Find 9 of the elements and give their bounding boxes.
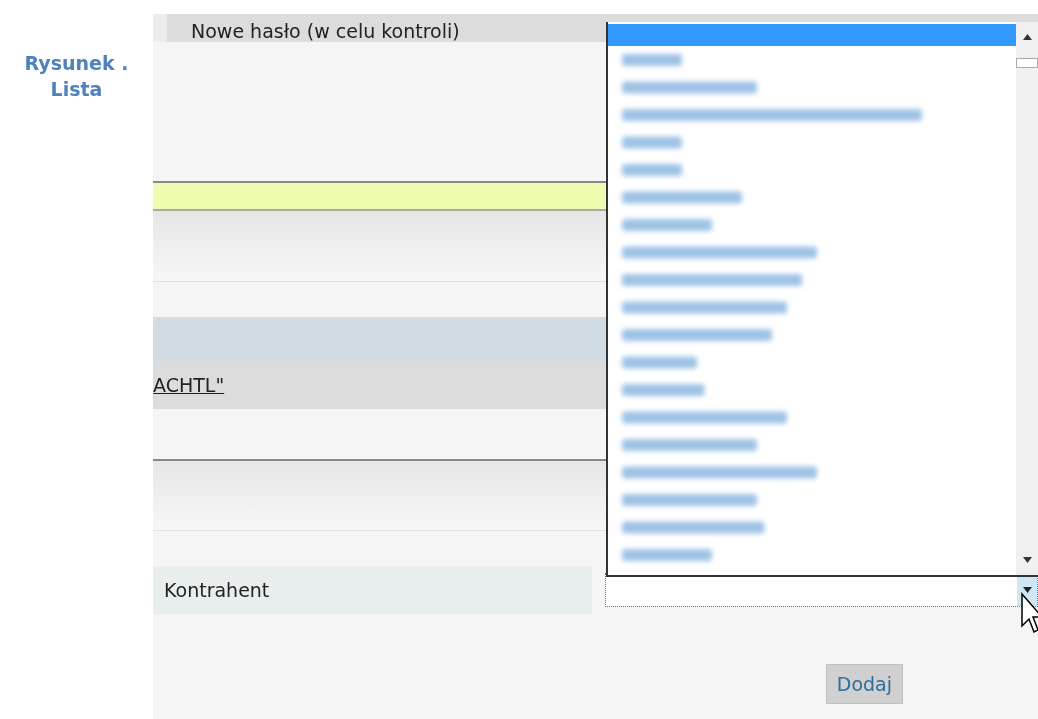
document-link[interactable]: ACHTL" <box>153 370 225 400</box>
scroll-down-icon <box>1022 557 1032 563</box>
add-button[interactable]: Dodaj <box>825 664 903 704</box>
scrollbar[interactable] <box>1016 22 1038 575</box>
section-header: Nowe hasło (w celu kontroli) <box>191 20 460 42</box>
field-label: Kontrahent <box>153 566 592 614</box>
scroll-thumb[interactable] <box>1016 58 1038 68</box>
figure-caption: Rysunek . Lista <box>23 51 130 102</box>
scroll-up-icon <box>1022 34 1032 40</box>
